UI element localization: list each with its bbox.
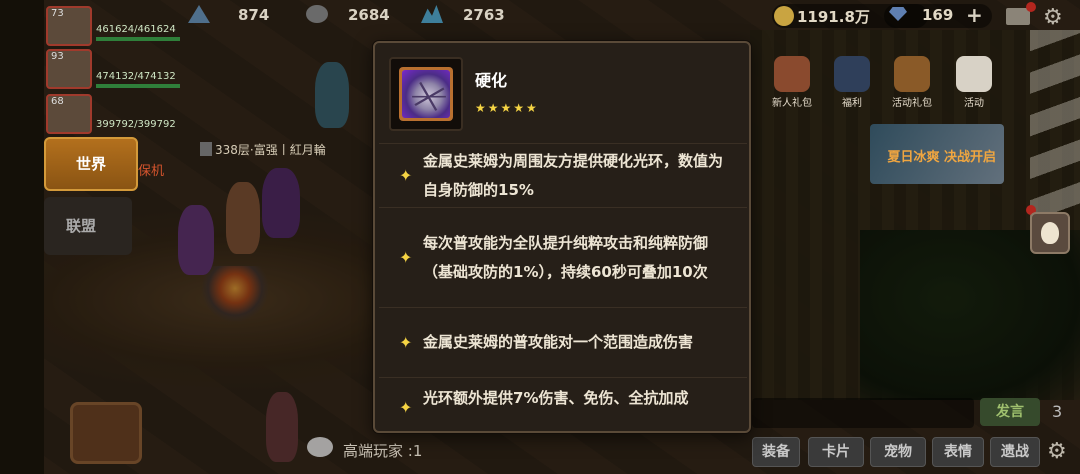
skill-effect-text: 金属史莱姆的普攻能对一个范围造成伤害: [423, 333, 694, 351]
summer-event-banner[interactable]: 夏日冰爽 决战开启: [870, 124, 1004, 184]
newbie-pack-button[interactable]: 新人礼包: [762, 56, 822, 109]
pet-button[interactable]: 宠物: [870, 437, 926, 467]
welfare-icon: [834, 56, 870, 92]
gold-amount: 1191.8万: [797, 8, 870, 26]
skill-star-rating: ★★★★★: [475, 101, 539, 115]
activity-label: 活动: [964, 98, 984, 109]
party-member-hp: 461624/461624: [96, 24, 176, 35]
alliance-chat-tab[interactable]: 联盟: [44, 197, 132, 255]
activity-pack-label: 活动礼包: [892, 98, 932, 109]
chat-count: 3: [1052, 402, 1063, 421]
settings-gear-icon[interactable]: ⚙: [1043, 5, 1063, 30]
sparkle-bullet-icon: ✦: [399, 398, 413, 417]
ore-count: 2684: [348, 6, 390, 24]
stone-count: 2763: [463, 6, 505, 24]
sparkle-bullet-icon: ✦: [399, 333, 413, 352]
left-edge-panel: [0, 0, 44, 474]
sparkle-bullet-icon: ✦: [399, 166, 413, 185]
activity-pack-icon: [894, 56, 930, 92]
diamond-amount: 169: [922, 6, 954, 24]
ore-icon: [306, 5, 328, 23]
sparkle-bullet-icon: ✦: [399, 248, 413, 267]
add-diamond-button[interactable]: +: [966, 3, 983, 27]
party-member-hp: 399792/399792: [96, 119, 176, 130]
party-member-avatar[interactable]: 93: [46, 49, 92, 89]
gold-coin-icon: [774, 6, 794, 26]
equipment-button[interactable]: 装备: [752, 437, 800, 467]
bunting-decoration: [1030, 30, 1080, 220]
gift-bag-icon: [774, 56, 810, 92]
party-member-avatar[interactable]: 73: [46, 6, 92, 46]
guild-shield-icon: [200, 142, 212, 156]
party-member-level: 68: [51, 96, 64, 107]
activity-pack-button[interactable]: 活动礼包: [882, 56, 942, 109]
player-name-label: 保机: [138, 164, 165, 179]
hp-bar: [96, 84, 180, 88]
settings-gear-icon[interactable]: ⚙: [1047, 439, 1067, 464]
notification-badge: [1026, 2, 1036, 12]
emote-button[interactable]: 表情: [932, 437, 984, 467]
skill-effect-item: ✦ 金属史莱姆为周围友方提供硬化光环，数值为自身防御的15%: [379, 144, 747, 208]
welfare-button[interactable]: 福利: [822, 56, 882, 109]
skill-effect-item: ✦ 金属史莱姆的普攻能对一个范围造成伤害: [379, 308, 747, 378]
newbie-pack-label: 新人礼包: [772, 98, 812, 109]
away-battle-button[interactable]: 遗战: [990, 437, 1040, 467]
skill-icon-frame: [389, 57, 463, 131]
skill-name: 硬化: [475, 71, 508, 90]
activity-button[interactable]: 活动: [944, 56, 1004, 109]
world-chat-tab[interactable]: 世界: [44, 137, 138, 191]
skill-effect-text: 每次普攻能为全队提升纯粹攻击和纯粹防御（基础攻防的1%），持续60秒可叠加10次: [423, 233, 709, 281]
calendar-icon: [956, 56, 992, 92]
guild-tag-text: 338层·富强丨紅月輪: [215, 143, 326, 157]
welfare-label: 福利: [842, 98, 862, 109]
crystal-count: 874: [238, 6, 270, 24]
skill-effect-text: 金属史莱姆为周围友方提供硬化光环，数值为自身防御的15%: [423, 151, 724, 199]
party-member-level: 73: [51, 8, 64, 19]
hp-bar: [96, 37, 180, 41]
egg-icon: [1041, 222, 1059, 244]
party-member-hp: 474132/474132: [96, 71, 176, 82]
skill-effect-item: ✦ 光环额外提供7%伤害、免伤、全抗加成: [379, 378, 747, 431]
chat-message[interactable]: 高端玩家 :1: [343, 440, 422, 461]
chat-bubble-icon[interactable]: [307, 437, 333, 457]
skill-effect-list: ✦ 金属史莱姆为周围友方提供硬化光环，数值为自身防御的15% ✦ 每次普攻能为全…: [379, 143, 747, 431]
hardening-skill-icon: [399, 67, 453, 121]
skill-effect-item: ✦ 每次普攻能为全队提升纯粹攻击和纯粹防御（基础攻防的1%），持续60秒可叠加1…: [379, 208, 747, 308]
guild-tag: 338层·富强丨紅月輪: [200, 141, 326, 158]
send-message-button[interactable]: 发言: [980, 398, 1040, 426]
skill-effect-text: 光环额外提供7%伤害、免伤、全抗加成: [423, 389, 689, 407]
party-member-avatar[interactable]: 68: [46, 94, 92, 134]
card-button[interactable]: 卡片: [808, 437, 864, 467]
egg-button[interactable]: [1030, 212, 1070, 254]
skill-tooltip: 硬化 ★★★★★ ✦ 金属史莱姆为周围友方提供硬化光环，数值为自身防御的15% …: [373, 41, 751, 433]
chat-input[interactable]: [752, 398, 974, 428]
party-member-level: 93: [51, 51, 64, 62]
mail-icon[interactable]: [1006, 8, 1030, 25]
